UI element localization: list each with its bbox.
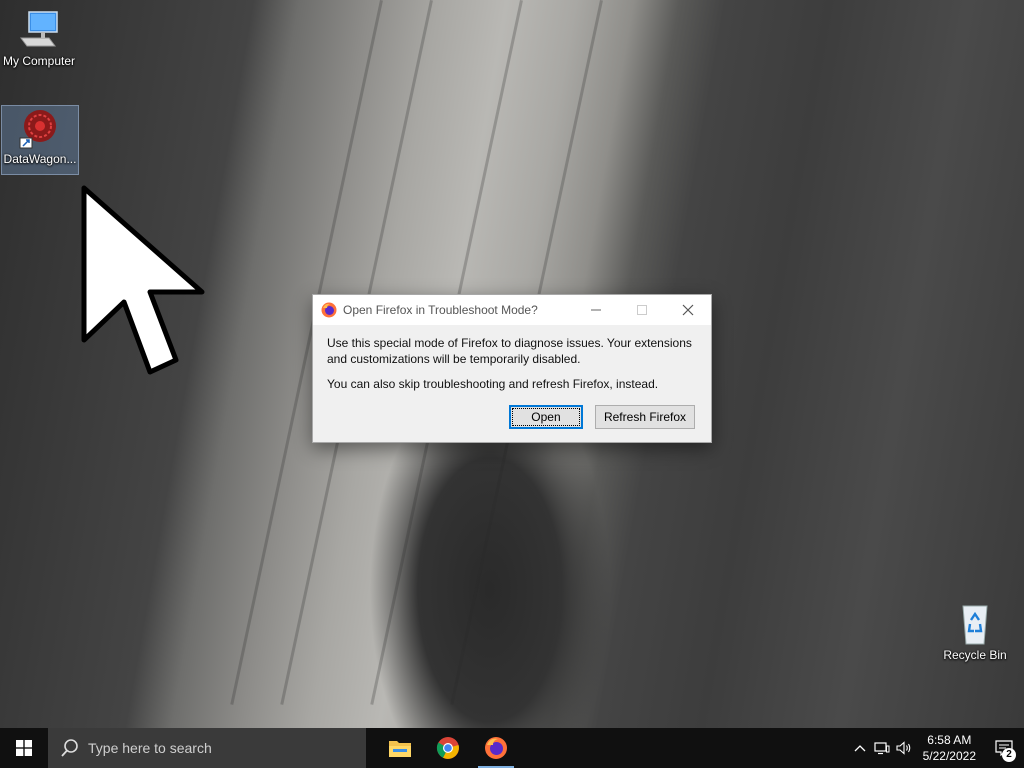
firefox-icon [485, 737, 507, 759]
minimize-button[interactable] [573, 295, 619, 325]
file-explorer-icon [389, 741, 411, 757]
system-tray: 6:58 AM 5/22/2022 2 [849, 728, 1024, 768]
chrome-icon [436, 737, 459, 759]
desktop-icon-recycle-bin[interactable]: Recycle Bin [936, 602, 1014, 662]
minimize-icon [591, 309, 601, 311]
clock-time: 6:58 AM [927, 733, 972, 747]
search-placeholder: Type here to search [88, 740, 212, 756]
clock-date: 5/22/2022 [922, 749, 976, 763]
close-button[interactable] [665, 295, 711, 325]
dialog-titlebar[interactable]: Open Firefox in Troubleshoot Mode? [313, 295, 711, 325]
volume-button[interactable] [893, 728, 915, 768]
taskbar: Type here to search 6:58 AM 5/22/2022 2 [0, 728, 1024, 768]
dialog-message-primary: Use this special mode of Firefox to diag… [327, 336, 692, 366]
troubleshoot-mode-dialog: Open Firefox in Troubleshoot Mode? Use t… [312, 294, 712, 443]
desktop-icon-label: My Computer [2, 54, 76, 68]
open-button[interactable]: Open [508, 405, 583, 429]
desktop-icon-my-computer[interactable]: My Computer [0, 8, 78, 68]
maximize-button [619, 295, 665, 325]
taskbar-clock[interactable]: 6:58 AM 5/22/2022 [915, 732, 984, 764]
taskbar-file-explorer[interactable] [376, 728, 424, 768]
search-icon [61, 739, 78, 757]
desktop-icon-label: Recycle Bin [943, 648, 1007, 662]
network-icon [874, 742, 890, 755]
notification-count-badge: 2 [1002, 748, 1016, 762]
dialog-message-secondary: You can also skip troubleshooting and re… [327, 377, 659, 391]
taskbar-search-box[interactable]: Type here to search [48, 728, 366, 768]
windows-logo-icon [16, 740, 32, 756]
taskbar-firefox[interactable] [472, 728, 520, 768]
show-hidden-icons-button[interactable] [849, 728, 871, 768]
desktop-icon-label: DataWagon... [3, 152, 77, 166]
speaker-icon [896, 741, 910, 755]
network-button[interactable] [871, 728, 893, 768]
maximize-icon [637, 305, 647, 315]
start-button[interactable] [0, 728, 48, 768]
recycle-bin-icon [951, 602, 999, 646]
datawagon-icon [16, 106, 64, 150]
refresh-firefox-button[interactable]: Refresh Firefox [594, 405, 695, 429]
firefox-icon [321, 302, 337, 318]
action-center-button[interactable]: 2 [984, 728, 1024, 768]
desktop-icon-datawagon[interactable]: DataWagon... [1, 105, 79, 175]
dialog-title: Open Firefox in Troubleshoot Mode? [343, 303, 538, 317]
computer-icon [15, 8, 63, 52]
taskbar-chrome[interactable] [424, 728, 472, 768]
mouse-cursor-icon [81, 185, 205, 375]
close-icon [682, 304, 694, 316]
chevron-up-icon [854, 745, 866, 752]
